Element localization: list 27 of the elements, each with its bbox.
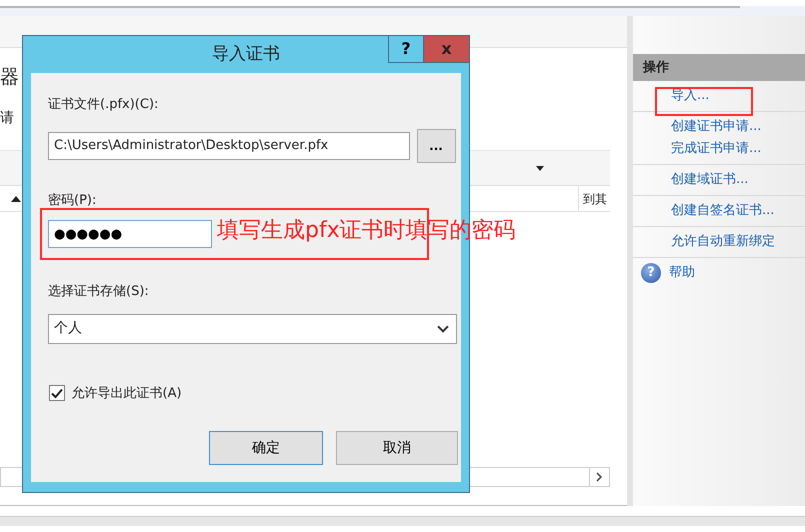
action-link[interactable]: 创建域证书... (671, 169, 748, 191)
action-link[interactable]: 创建证书申请... (671, 116, 762, 138)
field-label: 密码(P): (48, 192, 96, 210)
help-button[interactable]: ? (388, 35, 424, 63)
action-link[interactable]: 完成证书申请... (671, 138, 762, 160)
store-select[interactable]: 个人 (48, 314, 457, 344)
pane-heading-text: 请 (0, 110, 14, 126)
field-label: 证书文件(.pfx)(C): (48, 96, 158, 114)
dialog-button[interactable]: 确定 (209, 431, 323, 465)
action-link[interactable]: 创建自签名证书... (671, 200, 774, 222)
close-button[interactable]: x (423, 35, 470, 63)
password-field[interactable]: ●●●●●● (48, 220, 212, 248)
pane-title: 操作 (643, 60, 669, 75)
field-label: 选择证书存储(S): (48, 283, 149, 301)
column-header[interactable]: 到其 (578, 186, 610, 211)
checkbox[interactable] (49, 385, 65, 402)
help-link[interactable]: 帮助 (669, 262, 695, 284)
pane-heading-text: 器 (0, 66, 19, 88)
file-path-field[interactable]: C:\Users\Administrator\Desktop\server.pfx (48, 132, 410, 160)
checkbox-label: 允许导出此证书(A) (72, 384, 182, 402)
action-link[interactable]: 允许自动重新绑定 (671, 231, 775, 253)
select-value: 个人 (54, 319, 82, 338)
dialog-title: 导入证书 (212, 43, 280, 66)
scroll-right-icon[interactable] (596, 472, 603, 482)
dialog-button[interactable]: 取消 (336, 431, 458, 465)
dropdown-caret-icon[interactable] (536, 166, 544, 171)
browse-button[interactable]: ... (416, 128, 456, 162)
